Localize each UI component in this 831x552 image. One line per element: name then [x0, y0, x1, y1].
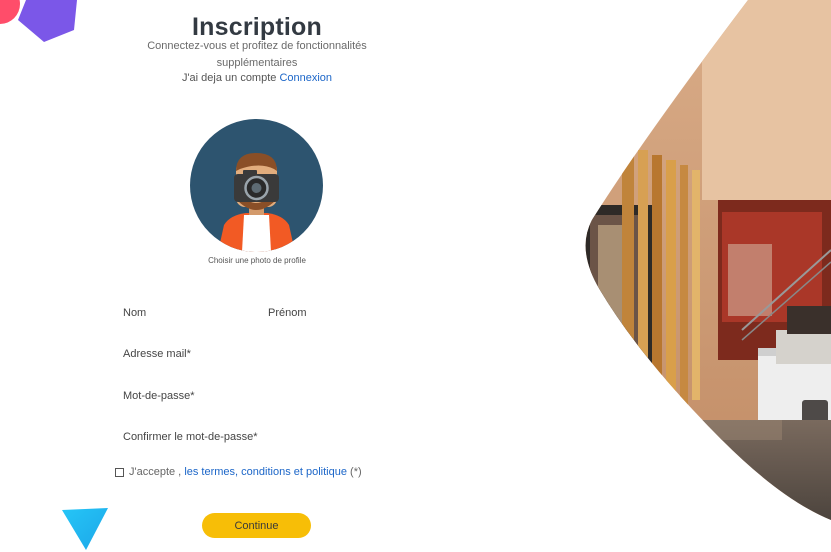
- login-link[interactable]: Connexion: [279, 72, 332, 84]
- terms-row: J'accepte , les termes, conditions et po…: [115, 466, 362, 478]
- decorative-triangle: [62, 508, 108, 550]
- password-label: Mot-de-passe*: [123, 390, 195, 402]
- email-label: Adresse mail*: [123, 348, 191, 360]
- terms-link[interactable]: les termes, conditions et politique: [184, 466, 347, 478]
- nom-label: Nom: [123, 307, 147, 319]
- profile-photo-caption: Choisir une photo de profile: [208, 256, 306, 265]
- login-prompt: J'ai deja un compte Connexion: [0, 72, 514, 84]
- continue-button[interactable]: Continue: [202, 513, 311, 538]
- terms-suffix: (*): [350, 466, 362, 478]
- office-hero-image: [585, 0, 831, 520]
- terms-prefix: J'accepte ,: [129, 466, 182, 478]
- avatar-photographer-icon: [190, 119, 323, 252]
- prenom-input[interactable]: [268, 322, 398, 336]
- page-subtitle: Connectez-vous et profitez de fonctionna…: [147, 40, 367, 69]
- email-input[interactable]: [123, 363, 398, 377]
- login-prompt-text: J'ai deja un compte: [181, 72, 277, 84]
- nom-input[interactable]: [123, 322, 253, 336]
- prenom-label: Prénom: [268, 307, 307, 319]
- confirm-password-input[interactable]: [123, 446, 398, 460]
- password-input[interactable]: [123, 405, 398, 419]
- confirm-password-label: Confirmer le mot-de-passe*: [123, 431, 258, 443]
- terms-checkbox[interactable]: [115, 467, 124, 477]
- profile-photo-picker[interactable]: [190, 119, 323, 252]
